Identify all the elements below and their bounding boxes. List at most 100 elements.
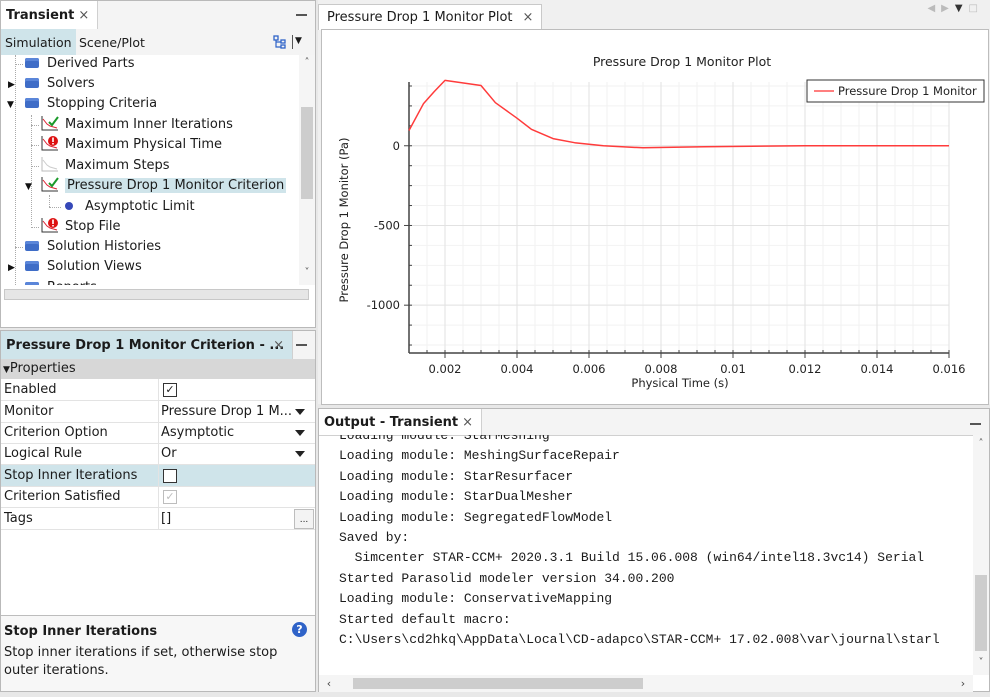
tree-item-label: Asymptotic Limit: [85, 199, 195, 214]
output-line: Loading module: MeshingSurfaceRepair: [339, 448, 620, 464]
tree-horizontal-scrollbar[interactable]: [4, 289, 309, 300]
y-tick-label: -1000: [367, 298, 400, 312]
output-line: Loading module: StarResurfacer: [339, 468, 574, 484]
dropdown-value: Asymptotic: [161, 425, 235, 440]
property-help-area: Stop Inner Iterations ? Stop inner itera…: [1, 615, 315, 691]
minimize-icon[interactable]: [970, 423, 981, 425]
property-row-monitor: Monitor Pressure Drop 1 M...: [1, 401, 315, 423]
subtab-scene-plot[interactable]: Scene/Plot: [75, 29, 149, 55]
tree-item-solution-histories[interactable]: Solution Histories: [25, 237, 161, 257]
scroll-down-icon[interactable]: ˅: [973, 657, 989, 668]
tree-item-stop-file[interactable]: Stop File: [41, 217, 120, 237]
tree-item-label: Stopping Criteria: [47, 96, 158, 111]
x-tick-label: 0.012: [789, 362, 822, 376]
help-icon[interactable]: ?: [292, 622, 307, 637]
output-tabbar: Output - Transient ×: [319, 409, 989, 436]
criterion-satisfied-checkbox: ✓: [163, 490, 177, 504]
tree-item-pressure-drop-criterion[interactable]: Pressure Drop 1 Monitor Criterion: [41, 176, 287, 196]
tab-output-transient[interactable]: Output - Transient ×: [319, 409, 483, 435]
view-menu-icon[interactable]: ▼: [295, 36, 302, 46]
criterion-option-dropdown[interactable]: Asymptotic: [158, 422, 315, 443]
scroll-thumb[interactable]: [301, 107, 313, 199]
expand-icon[interactable]: ▶: [8, 80, 15, 90]
tree-item-solvers[interactable]: Solvers: [25, 74, 95, 94]
x-tick-label: 0.004: [501, 362, 534, 376]
folder-icon: [25, 260, 39, 271]
output-line: Saved by:: [339, 530, 410, 545]
tree-item-label: Maximum Physical Time: [65, 137, 223, 152]
dropdown-arrow-icon: [295, 451, 305, 457]
monitor-dropdown[interactable]: Pressure Drop 1 M...: [158, 401, 315, 422]
tree-item-asymptotic-limit[interactable]: Asymptotic Limit: [65, 197, 195, 217]
tags-edit-button[interactable]: ...: [294, 509, 314, 529]
close-icon[interactable]: ×: [273, 331, 284, 361]
tree-item-label: Stop File: [65, 219, 121, 234]
tab-properties[interactable]: Pressure Drop 1 Monitor Criterion - ... ×: [1, 331, 293, 359]
minimize-icon[interactable]: [296, 344, 307, 346]
scroll-right-icon[interactable]: ›: [955, 675, 971, 692]
next-tab-icon[interactable]: ▶: [941, 3, 955, 14]
property-name: Criterion Satisfied: [4, 489, 121, 504]
tree-item-reports[interactable]: Reports: [25, 278, 97, 285]
minimize-icon[interactable]: [296, 14, 307, 16]
tree-item-solution-views[interactable]: Solution Views: [25, 257, 142, 277]
plot-area[interactable]: 0.002 0.004 0.006 0.008 0.01 0.012 0.014 0.016 0…: [321, 29, 989, 405]
output-console[interactable]: Loading module: StarMeshing Loading modul…: [319, 435, 973, 675]
tree-guide: [31, 115, 32, 225]
collapse-icon[interactable]: ▼: [7, 100, 14, 110]
tab-label: Pressure Drop 1 Monitor Criterion - ...: [6, 338, 285, 353]
tree-guide: [15, 55, 16, 285]
tree-guide: [31, 166, 39, 167]
scroll-left-icon[interactable]: ‹: [321, 675, 337, 692]
x-tick-label: 0.014: [861, 362, 894, 376]
criterion-satisfied-icon: [41, 115, 59, 130]
tree-subtabs: Simulation Scene/Plot ▼: [1, 29, 315, 55]
output-horizontal-scrollbar[interactable]: ‹ ›: [319, 675, 973, 692]
prev-tab-icon[interactable]: ◀: [927, 3, 941, 14]
legend[interactable]: Pressure Drop 1 Monitor: [806, 79, 985, 103]
collapse-icon: ▼: [3, 365, 10, 375]
property-name: Tags: [4, 511, 33, 526]
tree-vertical-scrollbar[interactable]: ˄ ˅: [299, 55, 315, 285]
collapse-icon[interactable]: ▼: [25, 182, 32, 192]
dropdown-value: Or: [161, 446, 177, 461]
tree-item-label: Pressure Drop 1 Monitor Criterion: [65, 178, 287, 193]
tree-item-stopping-criteria[interactable]: Stopping Criteria: [25, 94, 157, 114]
expand-icon[interactable]: ▶: [8, 263, 15, 273]
chart-title: Pressure Drop 1 Monitor Plot: [593, 54, 771, 69]
enabled-checkbox[interactable]: ✓: [163, 383, 177, 397]
scroll-thumb[interactable]: [975, 575, 987, 651]
tab-list-icon[interactable]: ▼: [955, 3, 969, 14]
close-icon[interactable]: ×: [78, 8, 89, 23]
dropdown-value: Pressure Drop 1 M...: [161, 404, 293, 419]
tab-transient[interactable]: Transient ×: [1, 1, 99, 29]
criterion-disabled-icon: [41, 156, 58, 171]
scroll-thumb[interactable]: [353, 678, 643, 689]
tree-guide: [31, 145, 39, 146]
tree-item-maximum-physical-time[interactable]: Maximum Physical Time: [41, 135, 222, 155]
tree-item-derived-parts[interactable]: Derived Parts: [25, 55, 134, 74]
output-line: Started Parasolid modeler version 34.00.…: [339, 570, 675, 586]
tab-monitor-plot[interactable]: Pressure Drop 1 Monitor Plot ×: [318, 4, 543, 30]
maximize-icon[interactable]: □: [969, 3, 984, 14]
scroll-up-icon[interactable]: ˄: [973, 438, 989, 449]
output-line: Loading module: SegregatedFlowModel: [339, 509, 613, 525]
scroll-down-icon[interactable]: ˅: [299, 267, 315, 278]
subtab-simulation[interactable]: Simulation: [1, 29, 76, 55]
close-icon[interactable]: ×: [462, 415, 473, 430]
close-icon[interactable]: ×: [523, 10, 534, 25]
tree-item-maximum-inner-iterations[interactable]: Maximum Inner Iterations: [41, 115, 233, 135]
output-vertical-scrollbar[interactable]: ˄ ˅: [973, 435, 989, 675]
logical-rule-dropdown[interactable]: Or: [158, 443, 315, 464]
chart-ticks: 0.002 0.004 0.006 0.008 0.01 0.012 0.014 0.016 0…: [367, 85, 965, 376]
folder-icon: [25, 57, 39, 68]
properties-section-header[interactable]: ▼Properties: [1, 359, 315, 379]
output-line: Loading module: StarMeshing: [339, 435, 550, 443]
hierarchy-icon[interactable]: [273, 35, 287, 49]
simulation-tree: Derived Parts ▶ Solvers ▼ Stopping Crite…: [1, 55, 299, 285]
dot-icon: [65, 201, 73, 210]
tree-item-maximum-steps[interactable]: Maximum Steps: [41, 156, 170, 176]
tree-guide: [15, 247, 23, 248]
stop-inner-iterations-checkbox[interactable]: [163, 469, 177, 483]
scroll-up-icon[interactable]: ˄: [299, 57, 315, 68]
